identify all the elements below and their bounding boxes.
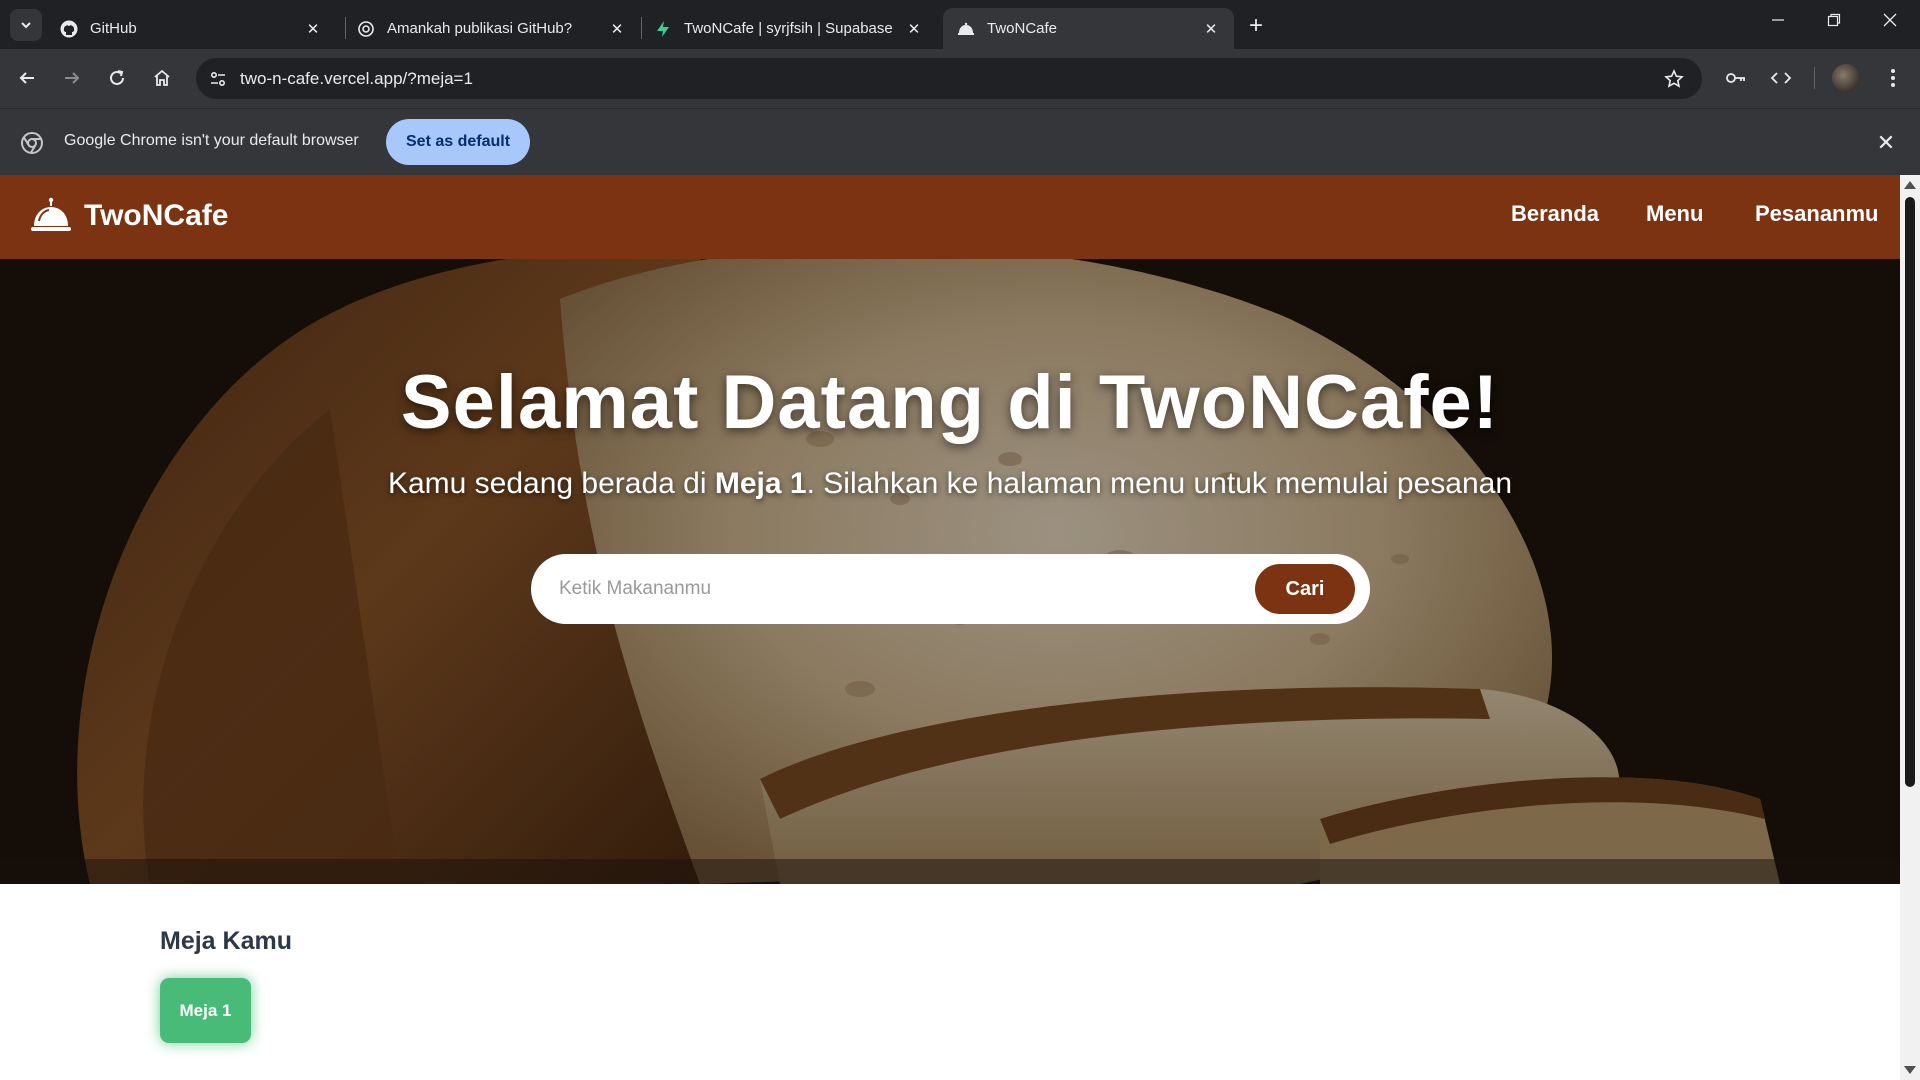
page-viewport: TwoNCafe Beranda Menu Pesananmu Selamat …: [0, 175, 1920, 1080]
close-tab-icon[interactable]: ✕: [1202, 20, 1220, 38]
chatgpt-icon: [357, 20, 375, 38]
search-button[interactable]: Cari: [1255, 564, 1355, 614]
reload-button[interactable]: [100, 61, 134, 95]
tab-title: GitHub: [90, 20, 137, 37]
code-brackets-icon: [1770, 72, 1792, 84]
close-window-button[interactable]: [1862, 0, 1918, 40]
browser-toolbar: two-n-cafe.vercel.app/?meja=1: [0, 49, 1920, 108]
subtitle-text: . Silahkan ke halaman menu untuk memulai…: [806, 467, 1513, 500]
devtools-button[interactable]: [1764, 61, 1798, 95]
tab-title: TwoNCafe: [987, 20, 1058, 37]
infobar-close-icon[interactable]: ✕: [1872, 129, 1900, 157]
password-key-button[interactable]: [1719, 61, 1753, 95]
chevron-down-icon: [21, 22, 31, 29]
food-search-input[interactable]: [559, 554, 1239, 624]
toolbar-separator: [1814, 67, 1815, 89]
site-info-icon[interactable]: [200, 61, 236, 97]
scrollbar-thumb[interactable]: [1905, 197, 1915, 787]
restore-button[interactable]: [1806, 0, 1862, 40]
restore-icon: [1827, 13, 1841, 27]
hero-section: Selamat Datang di TwoNCafe! Kamu sedang …: [0, 259, 1900, 884]
reload-icon: [110, 70, 124, 85]
github-icon: [60, 20, 78, 38]
tab-strip: GitHub ✕ Amankah publikasi GitHub? ✕ Two…: [0, 0, 1920, 49]
minimize-button[interactable]: [1750, 0, 1806, 40]
back-button[interactable]: [10, 61, 44, 95]
close-tab-icon[interactable]: ✕: [304, 20, 322, 38]
close-tab-icon[interactable]: ✕: [608, 20, 626, 38]
address-bar[interactable]: two-n-cafe.vercel.app/?meja=1: [196, 58, 1702, 99]
bookmark-star-icon[interactable]: [1656, 61, 1692, 97]
url-text: two-n-cafe.vercel.app/?meja=1: [240, 68, 473, 88]
tab-title: TwoNCafe | syrjfsih | Supabase: [684, 20, 893, 37]
site-navbar: TwoNCafe Beranda Menu Pesananmu: [0, 175, 1900, 259]
table-badge[interactable]: Meja 1: [160, 978, 251, 1043]
chrome-logo-icon: [21, 132, 43, 154]
nav-link-menu[interactable]: Menu: [1646, 201, 1703, 227]
food-search-bar: Cari: [531, 554, 1370, 624]
tab-chatgpt[interactable]: Amankah publikasi GitHub? ✕: [343, 8, 640, 49]
nav-link-pesananmu[interactable]: Pesananmu: [1755, 201, 1879, 227]
subtitle-table-number: Meja 1: [714, 467, 807, 500]
close-icon: [1883, 13, 1897, 27]
back-arrow-icon: [19, 72, 34, 84]
scroll-down-arrow-icon[interactable]: [1904, 1066, 1916, 1074]
tab-title: Amankah publikasi GitHub?: [387, 20, 573, 37]
supabase-icon: [654, 20, 672, 38]
new-tab-button[interactable]: +: [1242, 12, 1270, 40]
tab-twoncafe[interactable]: TwoNCafe ✕: [943, 8, 1234, 49]
forward-arrow-icon: [65, 72, 80, 84]
table-section-title: Meja Kamu: [160, 927, 292, 955]
more-vertical-icon: [1891, 69, 1895, 87]
default-browser-infobar: Google Chrome isn't your default browser…: [0, 108, 1920, 175]
infobar-message: Google Chrome isn't your default browser: [64, 132, 359, 149]
hero-title: Selamat Datang di TwoNCafe!: [400, 360, 1500, 445]
home-button[interactable]: [145, 61, 179, 95]
brand-name: TwoNCafe: [84, 199, 229, 232]
hero-subtitle: Kamu sedang berada di Meja 1. Silahkan k…: [0, 467, 1900, 501]
minimize-icon: [1772, 19, 1784, 21]
tab-github[interactable]: GitHub ✕: [46, 8, 336, 49]
tab-supabase[interactable]: TwoNCafe | syrjfsih | Supabase ✕: [640, 8, 937, 49]
scroll-up-arrow-icon[interactable]: [1904, 181, 1916, 189]
close-tab-icon[interactable]: ✕: [905, 20, 923, 38]
nav-link-beranda[interactable]: Beranda: [1511, 201, 1599, 227]
subtitle-text: Kamu sedang berada di: [387, 467, 715, 500]
cafe-cloche-icon: [957, 20, 975, 38]
profile-avatar[interactable]: [1832, 64, 1860, 92]
tab-search-button[interactable]: [10, 9, 42, 41]
set-as-default-button[interactable]: Set as default: [386, 119, 531, 165]
chrome-menu-button[interactable]: [1876, 61, 1910, 95]
key-icon: [1726, 73, 1745, 83]
forward-button[interactable]: [55, 61, 89, 95]
cloche-icon: [31, 197, 71, 231]
page-scrollbar[interactable]: [1900, 175, 1920, 1080]
brand-logo[interactable]: TwoNCafe: [30, 195, 228, 237]
home-icon: [154, 69, 170, 86]
